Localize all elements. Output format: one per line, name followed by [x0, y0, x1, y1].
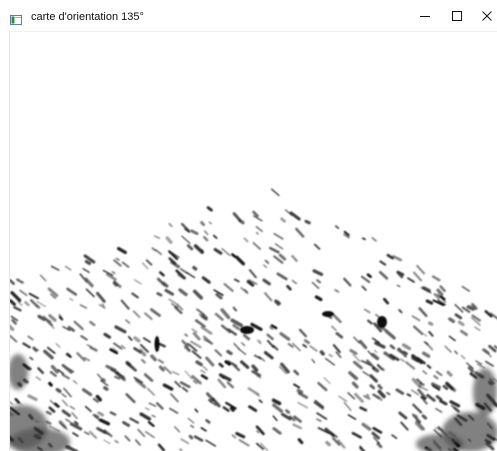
texture-streak	[327, 443, 329, 445]
texture-streak	[287, 411, 289, 413]
texture-streak	[387, 393, 389, 394]
texture-streak	[424, 288, 429, 291]
texture-streak	[99, 413, 103, 415]
title-bar[interactable]: carte d'orientation 135°	[0, 0, 497, 30]
maximize-button[interactable]	[448, 9, 466, 23]
texture-streak	[30, 415, 33, 418]
texture-streak	[201, 250, 203, 251]
app-window-icon	[10, 12, 22, 22]
texture-blob	[322, 311, 334, 317]
texture-streak	[152, 356, 155, 359]
texture-streak	[379, 386, 381, 389]
texture-streak	[240, 221, 243, 223]
texture-streak	[158, 294, 161, 296]
texture-streak	[421, 384, 423, 385]
texture-streak	[457, 443, 459, 445]
texture-streak	[322, 352, 324, 354]
texture-streak	[194, 268, 196, 269]
texture-streak	[430, 323, 432, 324]
texture-streak	[50, 383, 52, 385]
texture-streak	[305, 341, 308, 343]
texture-streak	[374, 368, 378, 370]
texture-streak	[367, 395, 368, 396]
texture-streak	[115, 441, 117, 442]
texture-streak	[190, 436, 192, 438]
texture-streak	[228, 352, 231, 354]
texture-streak	[49, 444, 51, 446]
texture-streak	[232, 255, 234, 257]
texture-streak	[47, 412, 50, 414]
maximize-icon	[451, 9, 463, 23]
texture-streak	[391, 346, 394, 348]
texture-streak	[271, 327, 273, 329]
texture-streak	[258, 341, 260, 343]
texture-streak	[57, 390, 60, 392]
texture-streak	[210, 400, 212, 402]
texture-streak	[368, 275, 371, 277]
app-window: carte d'orientation 135°	[0, 0, 497, 450]
texture-streak	[232, 408, 233, 410]
texture-streak	[222, 377, 224, 378]
texture-streak	[95, 416, 98, 417]
texture-streak	[25, 380, 27, 382]
texture-streak	[19, 384, 21, 386]
texture-streak	[428, 366, 430, 368]
texture-streak	[135, 338, 139, 341]
texture-streak	[398, 272, 402, 274]
texture-streak	[38, 435, 40, 436]
texture-streak	[408, 394, 411, 396]
texture-streak	[220, 364, 223, 366]
texture-streak	[86, 262, 89, 264]
texture-streak	[459, 322, 463, 324]
texture-streak	[424, 353, 429, 356]
texture-streak	[448, 372, 451, 375]
texture-streak	[427, 301, 431, 303]
window-title: carte d'orientation 135°	[31, 10, 144, 24]
texture-streak	[105, 388, 107, 389]
texture-streak	[306, 221, 309, 223]
texture-streak	[450, 319, 454, 321]
texture-streak	[97, 397, 100, 400]
texture-streak	[382, 369, 384, 370]
texture-streak	[75, 422, 77, 424]
texture-streak	[114, 283, 116, 285]
texture-streak	[37, 306, 39, 307]
texture-streak	[127, 363, 129, 365]
texture-streak	[288, 286, 291, 289]
texture-blob	[155, 336, 160, 352]
minimize-icon	[419, 9, 431, 23]
texture-streak	[112, 272, 114, 273]
orientation-map-image	[9, 31, 497, 451]
texture-streak	[185, 335, 187, 336]
texture-streak	[317, 297, 321, 300]
texture-streak	[160, 367, 163, 370]
close-button[interactable]	[478, 9, 496, 23]
texture-streak	[371, 386, 374, 388]
texture-streak	[468, 307, 473, 309]
texture-streak	[207, 420, 210, 422]
texture-streak	[363, 238, 365, 239]
close-icon	[481, 9, 493, 23]
texture-streak	[444, 386, 447, 389]
texture-blob	[377, 316, 387, 328]
texture-streak	[203, 315, 206, 318]
texture-streak	[299, 440, 302, 443]
texture-streak	[423, 416, 425, 418]
minimize-button[interactable]	[416, 9, 434, 23]
texture-streak	[490, 383, 492, 384]
texture-streak	[47, 422, 50, 424]
texture-streak	[208, 208, 211, 211]
texture-blob	[240, 326, 254, 334]
texture-streak	[197, 362, 201, 365]
texture-streak	[202, 223, 204, 225]
texture-streak	[117, 259, 119, 260]
orientation-map-canvas	[10, 32, 497, 451]
